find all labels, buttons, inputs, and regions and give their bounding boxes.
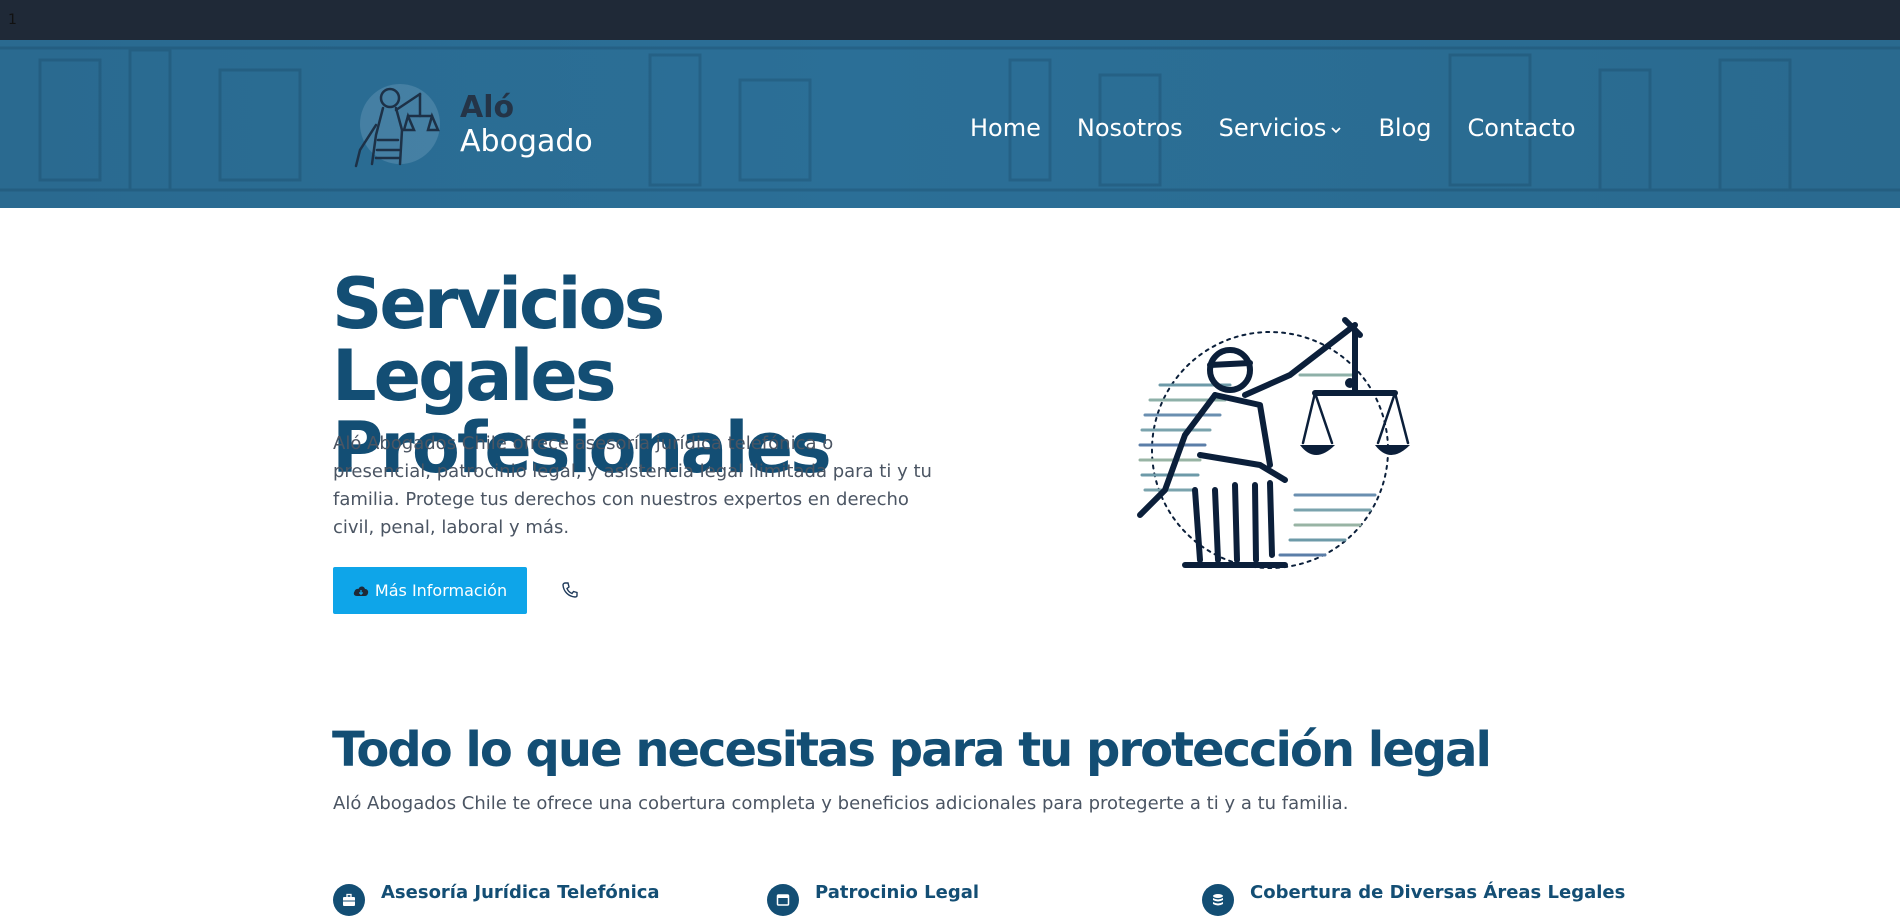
top-bar-text: 1 bbox=[8, 12, 17, 28]
hero-description: Aló Abogados Chile ofrece asesoría juríd… bbox=[333, 433, 932, 538]
nav-servicios-label: Servicios bbox=[1218, 114, 1327, 142]
window-icon bbox=[767, 884, 799, 916]
header-background-pattern bbox=[0, 46, 1900, 192]
nav-contacto[interactable]: Contacto bbox=[1468, 114, 1576, 142]
feature-label: Asesoría Jurídica Telefónica bbox=[381, 882, 660, 903]
site-header: Aló Abogado Home Nosotros Servicios Blog… bbox=[0, 40, 1900, 208]
brand-name-line1: Aló bbox=[460, 90, 515, 125]
feature-item: Patrocinio Legal bbox=[767, 882, 979, 918]
benefits-subtitle: Aló Abogados Chile te ofrece una cobertu… bbox=[333, 793, 1349, 814]
brand-logo[interactable]: Aló Abogado bbox=[350, 80, 593, 170]
feature-label: Patrocinio Legal bbox=[815, 882, 980, 903]
phone-icon[interactable] bbox=[560, 580, 580, 600]
lady-justice-icon bbox=[354, 84, 440, 168]
nav-blog[interactable]: Blog bbox=[1378, 114, 1431, 142]
lady-justice-illustration bbox=[1137, 317, 1410, 569]
benefits-title: Todo lo que necesitas para tu protección… bbox=[332, 722, 1492, 778]
main-nav: Home Nosotros Servicios Blog Contacto bbox=[970, 108, 1576, 148]
more-info-button[interactable]: Más Información bbox=[333, 567, 527, 614]
database-icon bbox=[1202, 884, 1234, 916]
nav-nosotros[interactable]: Nosotros bbox=[1077, 114, 1183, 142]
feature-item: Cobertura de Diversas Áreas Legales bbox=[1202, 882, 1625, 918]
top-bar: 1 bbox=[0, 0, 1900, 40]
more-info-label: Más Información bbox=[374, 581, 508, 600]
feature-label: Cobertura de Diversas Áreas Legales bbox=[1250, 882, 1626, 903]
cloud-download-icon bbox=[353, 586, 369, 596]
briefcase-icon bbox=[333, 884, 365, 916]
chevron-down-icon bbox=[1331, 127, 1342, 134]
nav-servicios[interactable]: Servicios bbox=[1219, 114, 1343, 142]
nav-home[interactable]: Home bbox=[970, 114, 1041, 142]
feature-item: Asesoría Jurídica Telefónica bbox=[333, 882, 660, 918]
brand-name-line2: Abogado bbox=[460, 124, 593, 159]
